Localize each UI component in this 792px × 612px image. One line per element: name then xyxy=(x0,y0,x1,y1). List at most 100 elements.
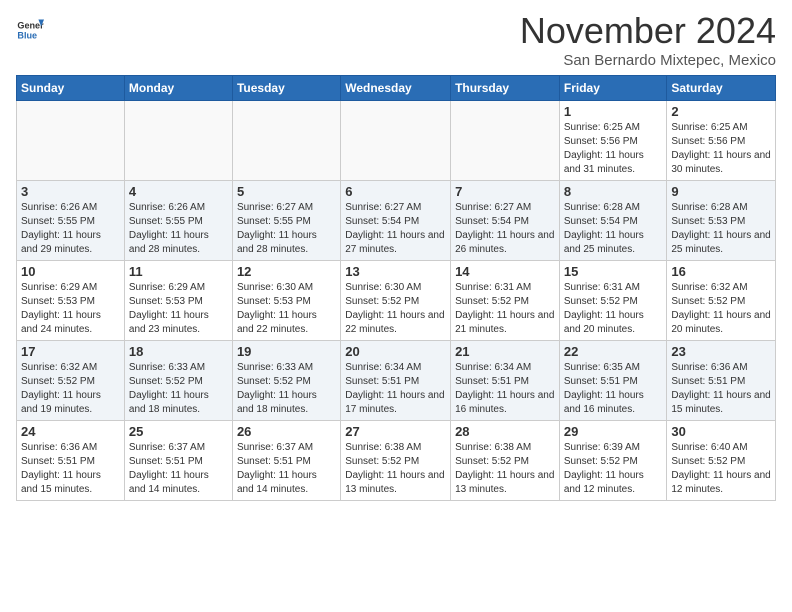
day-info: Sunrise: 6:39 AM Sunset: 5:52 PM Dayligh… xyxy=(564,441,663,497)
calendar-cell: 3 Sunrise: 6:26 AM Sunset: 5:55 PM Daylig… xyxy=(17,181,125,261)
calendar-cell: 24 Sunrise: 6:36 AM Sunset: 5:51 PM Dayli… xyxy=(17,421,125,501)
calendar-cell: 28 Sunrise: 6:38 AM Sunset: 5:52 PM Dayli… xyxy=(451,421,560,501)
day-number: 26 xyxy=(237,424,336,439)
calendar-cell xyxy=(124,101,232,181)
day-info: Sunrise: 6:33 AM Sunset: 5:52 PM Dayligh… xyxy=(129,361,228,417)
day-number: 3 xyxy=(21,184,120,199)
calendar-cell: 8 Sunrise: 6:28 AM Sunset: 5:54 PM Daylig… xyxy=(559,181,667,261)
calendar-cell: 19 Sunrise: 6:33 AM Sunset: 5:52 PM Dayli… xyxy=(232,341,340,421)
day-info: Sunrise: 6:37 AM Sunset: 5:51 PM Dayligh… xyxy=(129,441,228,497)
day-number: 20 xyxy=(345,344,446,359)
day-number: 29 xyxy=(564,424,663,439)
day-info: Sunrise: 6:28 AM Sunset: 5:53 PM Dayligh… xyxy=(671,201,771,257)
weekday-header-wednesday: Wednesday xyxy=(341,76,451,101)
calendar-cell: 11Sunrise: 6:29 AM Sunset: 5:53 PM Dayli… xyxy=(124,261,232,341)
day-info: Sunrise: 6:27 AM Sunset: 5:54 PM Dayligh… xyxy=(455,201,555,257)
calendar-body: 1 Sunrise: 6:25 AM Sunset: 5:56 PM Daylig… xyxy=(17,101,776,501)
calendar-cell: 6Sunrise: 6:27 AM Sunset: 5:54 PM Daylig… xyxy=(341,181,451,261)
weekday-header-sunday: Sunday xyxy=(17,76,125,101)
day-number: 15 xyxy=(564,264,663,279)
calendar-week-row: 1 Sunrise: 6:25 AM Sunset: 5:56 PM Daylig… xyxy=(17,101,776,181)
day-number: 17 xyxy=(21,344,120,359)
calendar-cell: 20 Sunrise: 6:34 AM Sunset: 5:51 PM Dayli… xyxy=(341,341,451,421)
weekday-header-tuesday: Tuesday xyxy=(232,76,340,101)
day-number: 7 xyxy=(455,184,555,199)
logo-area: General Blue xyxy=(16,10,46,44)
day-info: Sunrise: 6:38 AM Sunset: 5:52 PM Dayligh… xyxy=(455,441,555,497)
weekday-header-thursday: Thursday xyxy=(451,76,560,101)
calendar: SundayMondayTuesdayWednesdayThursdayFrid… xyxy=(16,75,776,501)
page: General Blue November 2024 San Bernardo … xyxy=(0,0,792,517)
calendar-cell: 10 Sunrise: 6:29 AM Sunset: 5:53 PM Dayli… xyxy=(17,261,125,341)
day-number: 24 xyxy=(21,424,120,439)
day-number: 10 xyxy=(21,264,120,279)
day-info: Sunrise: 6:30 AM Sunset: 5:52 PM Dayligh… xyxy=(345,281,446,337)
day-info: Sunrise: 6:26 AM Sunset: 5:55 PM Dayligh… xyxy=(21,201,120,257)
day-info: Sunrise: 6:38 AM Sunset: 5:52 PM Dayligh… xyxy=(345,441,446,497)
calendar-week-row: 3 Sunrise: 6:26 AM Sunset: 5:55 PM Daylig… xyxy=(17,181,776,261)
calendar-cell xyxy=(451,101,560,181)
title-area: November 2024 San Bernardo Mixtepec, Mex… xyxy=(520,10,776,69)
day-info: Sunrise: 6:28 AM Sunset: 5:54 PM Dayligh… xyxy=(564,201,663,257)
calendar-cell: 22Sunrise: 6:35 AM Sunset: 5:51 PM Dayli… xyxy=(559,341,667,421)
day-number: 18 xyxy=(129,344,228,359)
day-number: 2 xyxy=(671,104,771,119)
calendar-cell: 9 Sunrise: 6:28 AM Sunset: 5:53 PM Daylig… xyxy=(667,181,776,261)
day-info: Sunrise: 6:40 AM Sunset: 5:52 PM Dayligh… xyxy=(671,441,771,497)
weekday-header-saturday: Saturday xyxy=(667,76,776,101)
day-number: 14 xyxy=(455,264,555,279)
day-info: Sunrise: 6:33 AM Sunset: 5:52 PM Dayligh… xyxy=(237,361,336,417)
day-info: Sunrise: 6:29 AM Sunset: 5:53 PM Dayligh… xyxy=(129,281,228,337)
calendar-week-row: 17Sunrise: 6:32 AM Sunset: 5:52 PM Dayli… xyxy=(17,341,776,421)
day-number: 5 xyxy=(237,184,336,199)
day-number: 13 xyxy=(345,264,446,279)
weekday-header-row: SundayMondayTuesdayWednesdayThursdayFrid… xyxy=(17,76,776,101)
calendar-cell: 18 Sunrise: 6:33 AM Sunset: 5:52 PM Dayli… xyxy=(124,341,232,421)
header: General Blue November 2024 San Bernardo … xyxy=(16,10,776,69)
calendar-cell: 26Sunrise: 6:37 AM Sunset: 5:51 PM Dayli… xyxy=(232,421,340,501)
calendar-cell xyxy=(232,101,340,181)
day-info: Sunrise: 6:27 AM Sunset: 5:55 PM Dayligh… xyxy=(237,201,336,257)
calendar-cell: 30 Sunrise: 6:40 AM Sunset: 5:52 PM Dayli… xyxy=(667,421,776,501)
day-number: 25 xyxy=(129,424,228,439)
calendar-cell: 16 Sunrise: 6:32 AM Sunset: 5:52 PM Dayli… xyxy=(667,261,776,341)
day-number: 4 xyxy=(129,184,228,199)
day-info: Sunrise: 6:36 AM Sunset: 5:51 PM Dayligh… xyxy=(671,361,771,417)
calendar-cell xyxy=(17,101,125,181)
day-info: Sunrise: 6:34 AM Sunset: 5:51 PM Dayligh… xyxy=(455,361,555,417)
day-info: Sunrise: 6:34 AM Sunset: 5:51 PM Dayligh… xyxy=(345,361,446,417)
calendar-cell: 27 Sunrise: 6:38 AM Sunset: 5:52 PM Dayli… xyxy=(341,421,451,501)
calendar-week-row: 24 Sunrise: 6:36 AM Sunset: 5:51 PM Dayli… xyxy=(17,421,776,501)
calendar-cell: 23Sunrise: 6:36 AM Sunset: 5:51 PM Dayli… xyxy=(667,341,776,421)
calendar-cell: 25 Sunrise: 6:37 AM Sunset: 5:51 PM Dayli… xyxy=(124,421,232,501)
day-number: 28 xyxy=(455,424,555,439)
day-number: 21 xyxy=(455,344,555,359)
day-number: 19 xyxy=(237,344,336,359)
calendar-header: SundayMondayTuesdayWednesdayThursdayFrid… xyxy=(17,76,776,101)
day-number: 6 xyxy=(345,184,446,199)
day-info: Sunrise: 6:32 AM Sunset: 5:52 PM Dayligh… xyxy=(671,281,771,337)
calendar-cell: 4 Sunrise: 6:26 AM Sunset: 5:55 PM Daylig… xyxy=(124,181,232,261)
location-subtitle: San Bernardo Mixtepec, Mexico xyxy=(520,52,776,69)
day-info: Sunrise: 6:29 AM Sunset: 5:53 PM Dayligh… xyxy=(21,281,120,337)
day-number: 27 xyxy=(345,424,446,439)
day-number: 22 xyxy=(564,344,663,359)
day-number: 16 xyxy=(671,264,771,279)
day-info: Sunrise: 6:26 AM Sunset: 5:55 PM Dayligh… xyxy=(129,201,228,257)
weekday-header-monday: Monday xyxy=(124,76,232,101)
day-number: 12 xyxy=(237,264,336,279)
day-number: 8 xyxy=(564,184,663,199)
calendar-cell: 17Sunrise: 6:32 AM Sunset: 5:52 PM Dayli… xyxy=(17,341,125,421)
day-info: Sunrise: 6:36 AM Sunset: 5:51 PM Dayligh… xyxy=(21,441,120,497)
calendar-cell: 13 Sunrise: 6:30 AM Sunset: 5:52 PM Dayli… xyxy=(341,261,451,341)
day-number: 30 xyxy=(671,424,771,439)
day-info: Sunrise: 6:25 AM Sunset: 5:56 PM Dayligh… xyxy=(671,121,771,177)
calendar-cell: 2 Sunrise: 6:25 AM Sunset: 5:56 PM Daylig… xyxy=(667,101,776,181)
day-number: 1 xyxy=(564,104,663,119)
day-number: 9 xyxy=(671,184,771,199)
day-info: Sunrise: 6:31 AM Sunset: 5:52 PM Dayligh… xyxy=(455,281,555,337)
svg-text:Blue: Blue xyxy=(17,30,37,40)
calendar-cell: 14 Sunrise: 6:31 AM Sunset: 5:52 PM Dayli… xyxy=(451,261,560,341)
calendar-cell: 21 Sunrise: 6:34 AM Sunset: 5:51 PM Dayli… xyxy=(451,341,560,421)
calendar-cell: 12Sunrise: 6:30 AM Sunset: 5:53 PM Dayli… xyxy=(232,261,340,341)
